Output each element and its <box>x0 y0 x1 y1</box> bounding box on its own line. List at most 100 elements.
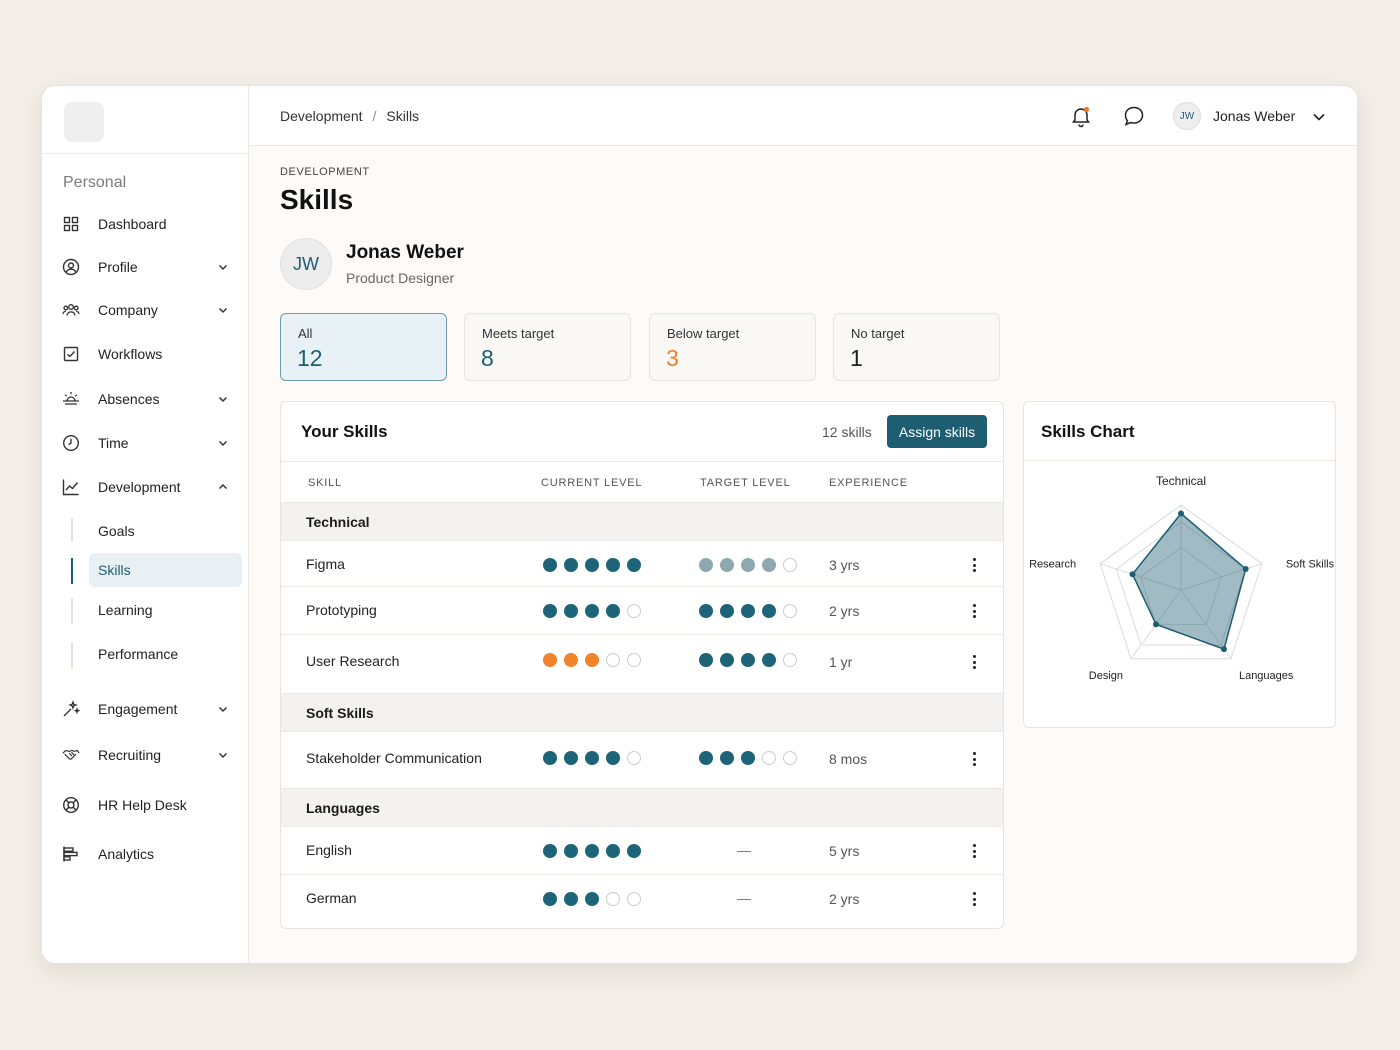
more-options-icon[interactable] <box>970 652 978 672</box>
column-header-target-level[interactable]: TARGET LEVEL <box>700 477 791 489</box>
sidebar-item-profile[interactable]: Profile <box>58 249 238 285</box>
chevron-down-icon[interactable] <box>1310 108 1328 126</box>
stat-filter-meets-target[interactable]: Meets target 8 <box>464 313 631 381</box>
radar-data-point <box>1178 510 1184 517</box>
stat-label: All <box>298 326 313 341</box>
sidebar-item-label: Workflows <box>98 346 163 362</box>
sidebar-item-development[interactable]: Development <box>58 469 238 505</box>
submenu-line <box>71 598 73 624</box>
more-options-icon[interactable] <box>970 555 978 575</box>
level-dot <box>564 558 578 572</box>
column-header-experience[interactable]: EXPERIENCE <box>829 477 908 489</box>
target-level-dots <box>699 604 797 618</box>
table-row[interactable]: Prototyping 2 yrs <box>281 586 1003 634</box>
breadcrumb-item-skills: Skills <box>386 108 420 124</box>
person-role: Product Designer <box>346 270 455 286</box>
sidebar-item-absences[interactable]: Absences <box>58 381 238 417</box>
sidebar-item-time[interactable]: Time <box>58 425 238 461</box>
column-header-current-level[interactable]: CURRENT LEVEL <box>541 477 642 489</box>
level-dot <box>543 558 557 572</box>
current-level-dots <box>543 844 641 858</box>
clock-icon <box>62 434 80 452</box>
level-dot <box>585 892 599 906</box>
skill-name: Figma <box>306 556 345 572</box>
chevron-up-icon[interactable] <box>216 480 230 494</box>
chevron-down-icon[interactable] <box>216 303 230 317</box>
level-dot <box>741 653 755 667</box>
level-dot <box>606 751 620 765</box>
more-options-icon[interactable] <box>970 889 978 909</box>
level-dot <box>720 653 734 667</box>
stat-value: 1 <box>850 345 863 371</box>
group-name: Soft Skills <box>306 705 374 721</box>
sidebar-section-label: Personal <box>63 174 127 191</box>
sidebar-item-workflows[interactable]: Workflows <box>58 336 238 372</box>
chat-bubble-icon[interactable] <box>1122 104 1146 128</box>
skill-name: English <box>306 842 352 858</box>
sidebar-item-company[interactable]: Company <box>58 292 238 328</box>
checkbox-icon <box>62 345 80 363</box>
level-dot <box>543 892 557 906</box>
level-dot <box>627 604 641 618</box>
chevron-down-icon[interactable] <box>216 392 230 406</box>
experience-value: 5 yrs <box>829 843 860 859</box>
app-logo[interactable] <box>64 102 104 142</box>
sidebar-subitem-skills[interactable]: Skills <box>89 553 242 587</box>
table-row[interactable]: English — 5 yrs <box>281 826 1003 874</box>
top-bar: Development / Skills JW Jonas Weber <box>249 86 1357 146</box>
sidebar-item-label: Dashboard <box>98 216 167 232</box>
sidebar-item-analytics[interactable]: Analytics <box>58 836 238 872</box>
sidebar-subitem-performance[interactable]: Performance <box>89 637 242 671</box>
level-dot <box>543 751 557 765</box>
sidebar-subitem-learning[interactable]: Learning <box>89 593 242 627</box>
sidebar-subitem-goals[interactable]: Goals <box>89 514 242 548</box>
more-options-icon[interactable] <box>970 601 978 621</box>
table-row[interactable]: Stakeholder Communication 8 mos <box>281 731 1003 788</box>
level-dot <box>783 604 797 618</box>
radar-data-point <box>1153 621 1160 628</box>
level-dot <box>741 604 755 618</box>
stat-filter-no-target[interactable]: No target 1 <box>833 313 1000 381</box>
submenu-line-active <box>71 558 73 584</box>
skill-name: User Research <box>306 653 400 669</box>
chevron-down-icon[interactable] <box>216 702 230 716</box>
radar-data-point <box>1242 565 1249 572</box>
level-dot <box>564 604 578 618</box>
radar-chart: Technical Soft Skills Languages Design Resea… <box>1029 474 1335 682</box>
level-dot <box>783 558 797 572</box>
level-dot <box>762 653 776 667</box>
level-dot <box>585 558 599 572</box>
sidebar-item-engagement[interactable]: Engagement <box>58 691 238 727</box>
sparkle-icon <box>62 700 80 718</box>
chevron-down-icon[interactable] <box>216 436 230 450</box>
user-name[interactable]: Jonas Weber <box>1213 108 1295 124</box>
sidebar-item-hr-help-desk[interactable]: HR Help Desk <box>58 787 238 823</box>
stat-filter-all[interactable]: All 12 <box>280 313 447 381</box>
column-header-skill[interactable]: SKILL <box>308 477 342 489</box>
table-header: SKILL CURRENT LEVEL TARGET LEVEL EXPERIE… <box>281 461 1003 503</box>
experience-value: 3 yrs <box>829 557 860 573</box>
level-dot <box>585 653 599 667</box>
radar-axis-label: Research <box>1029 559 1076 571</box>
more-options-icon[interactable] <box>970 749 978 769</box>
stat-label: Meets target <box>482 326 555 341</box>
user-avatar[interactable]: JW <box>1173 102 1201 130</box>
sidebar-item-recruiting[interactable]: Recruiting <box>58 737 238 773</box>
breadcrumb-item-development[interactable]: Development <box>280 108 363 124</box>
chevron-down-icon[interactable] <box>216 748 230 762</box>
table-row[interactable]: German — 2 yrs <box>281 874 1003 922</box>
no-target-dash: — <box>737 890 751 906</box>
chevron-down-icon[interactable] <box>216 260 230 274</box>
more-options-icon[interactable] <box>970 841 978 861</box>
breadcrumb-separator: / <box>372 108 377 124</box>
assign-skills-button[interactable]: Assign skills <box>887 415 987 448</box>
skills-chart-title: Skills Chart <box>1041 422 1135 441</box>
sidebar-item-dashboard[interactable]: Dashboard <box>58 206 238 242</box>
level-dot <box>543 604 557 618</box>
table-row[interactable]: Figma 3 yrs <box>281 540 1003 588</box>
bell-icon[interactable] <box>1069 104 1093 128</box>
level-dot <box>627 892 641 906</box>
sidebar-item-label: Time <box>98 435 129 451</box>
table-row[interactable]: User Research 1 yr <box>281 634 1003 692</box>
stat-filter-below-target[interactable]: Below target 3 <box>649 313 816 381</box>
